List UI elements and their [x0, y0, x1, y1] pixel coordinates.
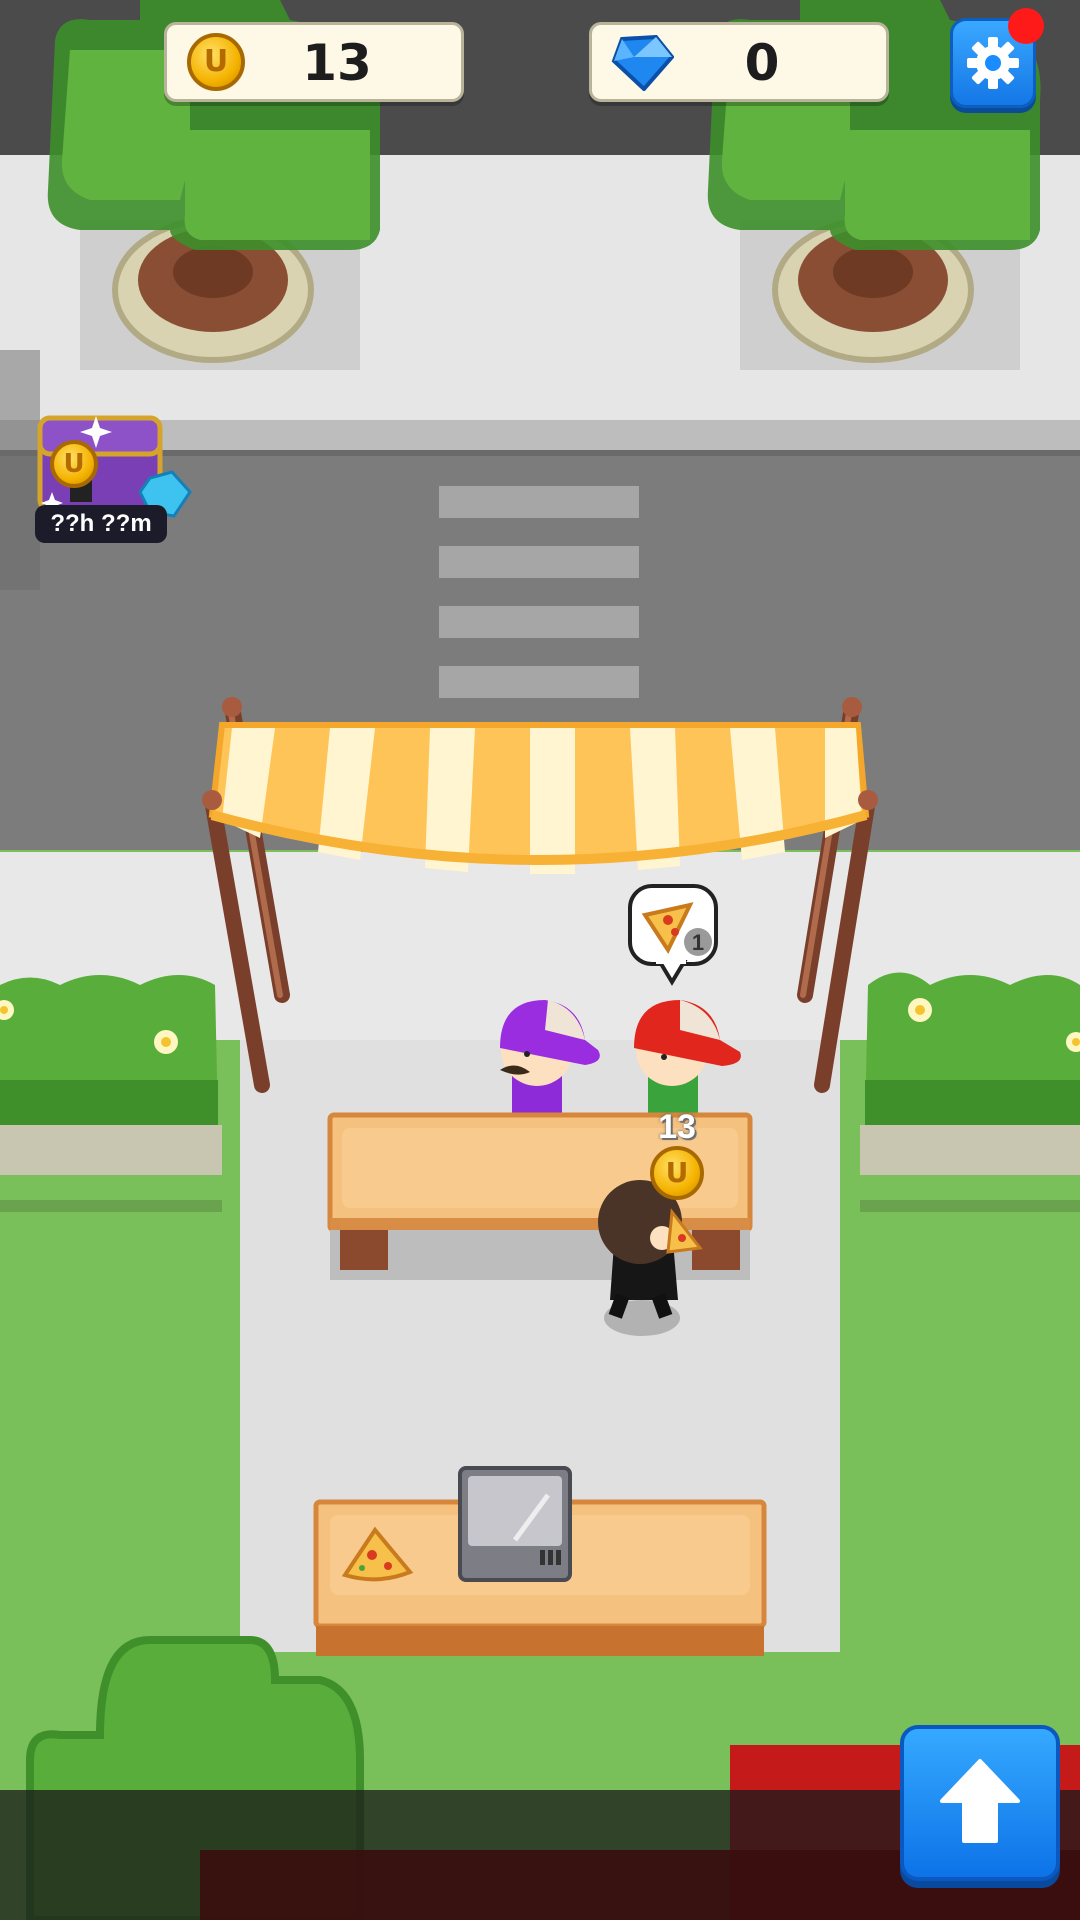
- flower-icon: [154, 1030, 178, 1054]
- gear-icon: [967, 37, 1019, 89]
- coin-counter: U 13: [164, 22, 464, 102]
- reward-amount: 13: [658, 1108, 696, 1146]
- notification-badge: [1008, 8, 1044, 44]
- chest-coin-letter: U: [63, 449, 85, 479]
- chest-coin-icon: U: [50, 440, 98, 488]
- chest-timer[interactable]: ??h ??m: [35, 505, 167, 543]
- gem-count: 0: [744, 34, 780, 92]
- game-scene: 1: [0, 0, 1080, 1920]
- hedge-left: [0, 975, 222, 1175]
- reward-coin-icon: U: [650, 1146, 704, 1200]
- coin-count: 13: [302, 34, 372, 92]
- gem-icon: [611, 35, 674, 91]
- pizza-oven: [458, 1466, 572, 1582]
- reward-coin-letter: U: [665, 1156, 689, 1189]
- coin-icon: U: [187, 33, 245, 91]
- gem-counter: 0: [589, 22, 889, 102]
- arrow-up-icon: [940, 1759, 1020, 1843]
- order-count: 1: [692, 930, 704, 955]
- flower-icon: [908, 998, 932, 1022]
- upgrade-button[interactable]: [900, 1725, 1060, 1881]
- hedge-right: [860, 972, 1080, 1175]
